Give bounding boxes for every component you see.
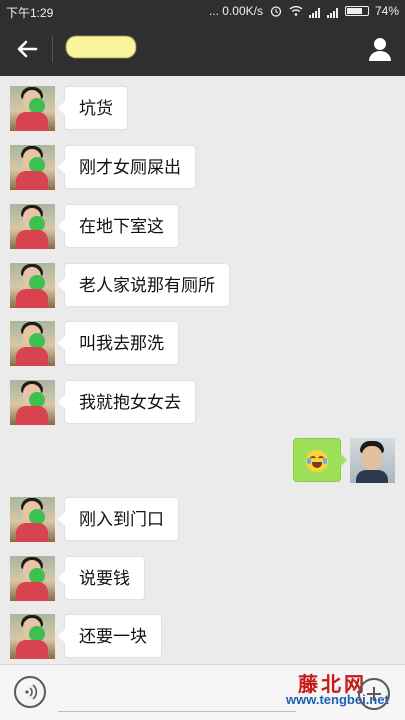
message-bubble[interactable]: 老人家说那有厕所	[58, 263, 230, 307]
message-row: 在地下室这	[0, 204, 405, 252]
message-bubble[interactable]: 刚入到门口	[58, 497, 179, 541]
battery-percent: 74%	[374, 4, 399, 18]
status-icons: ... 0.00K/s 74%	[209, 4, 399, 18]
message-row	[0, 438, 405, 486]
status-time: 下午1:29	[6, 6, 54, 20]
arrow-left-icon	[17, 40, 38, 58]
message-row: 说要钱	[0, 556, 405, 604]
message-bubble[interactable]: 刚才女厕屎出	[58, 145, 196, 189]
title-bar	[0, 22, 405, 76]
chat-title	[66, 36, 136, 58]
voice-icon	[25, 684, 38, 700]
message-bubble[interactable]: 叫我去那洗	[58, 321, 179, 365]
contact-avatar[interactable]	[10, 614, 55, 659]
person-icon	[369, 38, 391, 61]
battery-fill	[346, 8, 362, 14]
my-avatar[interactable]	[350, 438, 395, 483]
message-bubble[interactable]: 坑货	[58, 86, 128, 130]
back-button[interactable]	[10, 34, 42, 64]
contact-avatar[interactable]	[10, 204, 55, 249]
plus-button[interactable]	[358, 678, 390, 710]
laughing-tears-emoji-icon	[306, 450, 328, 472]
message-bubble[interactable]: 我就抱女女去	[58, 380, 196, 424]
message-bubble[interactable]: 还要一块	[58, 614, 162, 658]
contact-avatar[interactable]	[10, 86, 55, 131]
contact-avatar[interactable]	[10, 263, 55, 308]
contact-avatar[interactable]	[10, 321, 55, 366]
network-speed: ... 0.00K/s	[208, 4, 263, 18]
wifi-icon	[289, 5, 303, 17]
signal-icon	[308, 4, 321, 18]
message-bubble-emoji[interactable]	[293, 438, 347, 482]
message-row: 刚入到门口	[0, 497, 405, 545]
message-row: 叫我去那洗	[0, 321, 405, 369]
chat-message-list[interactable]: 坑货 刚才女厕屎出 在地下室这 老人家说那有厕所 叫我去那洗 我就抱女女去 刚入…	[0, 76, 405, 664]
alarm-icon	[269, 5, 283, 17]
message-row: 老人家说那有厕所	[0, 263, 405, 311]
contact-avatar[interactable]	[10, 145, 55, 190]
message-input[interactable]	[58, 675, 296, 712]
message-bubble[interactable]: 说要钱	[58, 556, 145, 600]
signal-icon	[326, 4, 339, 18]
contact-avatar[interactable]	[10, 380, 55, 425]
message-row: 我就抱女女去	[0, 380, 405, 428]
message-bubble[interactable]: 在地下室这	[58, 204, 179, 248]
message-row: 坑货	[0, 86, 405, 134]
message-row: 刚才女厕屎出	[0, 145, 405, 193]
title-divider	[52, 36, 53, 62]
contact-avatar[interactable]	[10, 556, 55, 601]
voice-button[interactable]	[14, 676, 46, 708]
status-bar: 下午1:29 ... 0.00K/s 74%	[0, 0, 405, 22]
contact-avatar[interactable]	[10, 497, 55, 542]
message-row: 还要一块	[0, 614, 405, 662]
profile-button[interactable]	[367, 36, 393, 62]
battery-icon	[344, 6, 369, 16]
